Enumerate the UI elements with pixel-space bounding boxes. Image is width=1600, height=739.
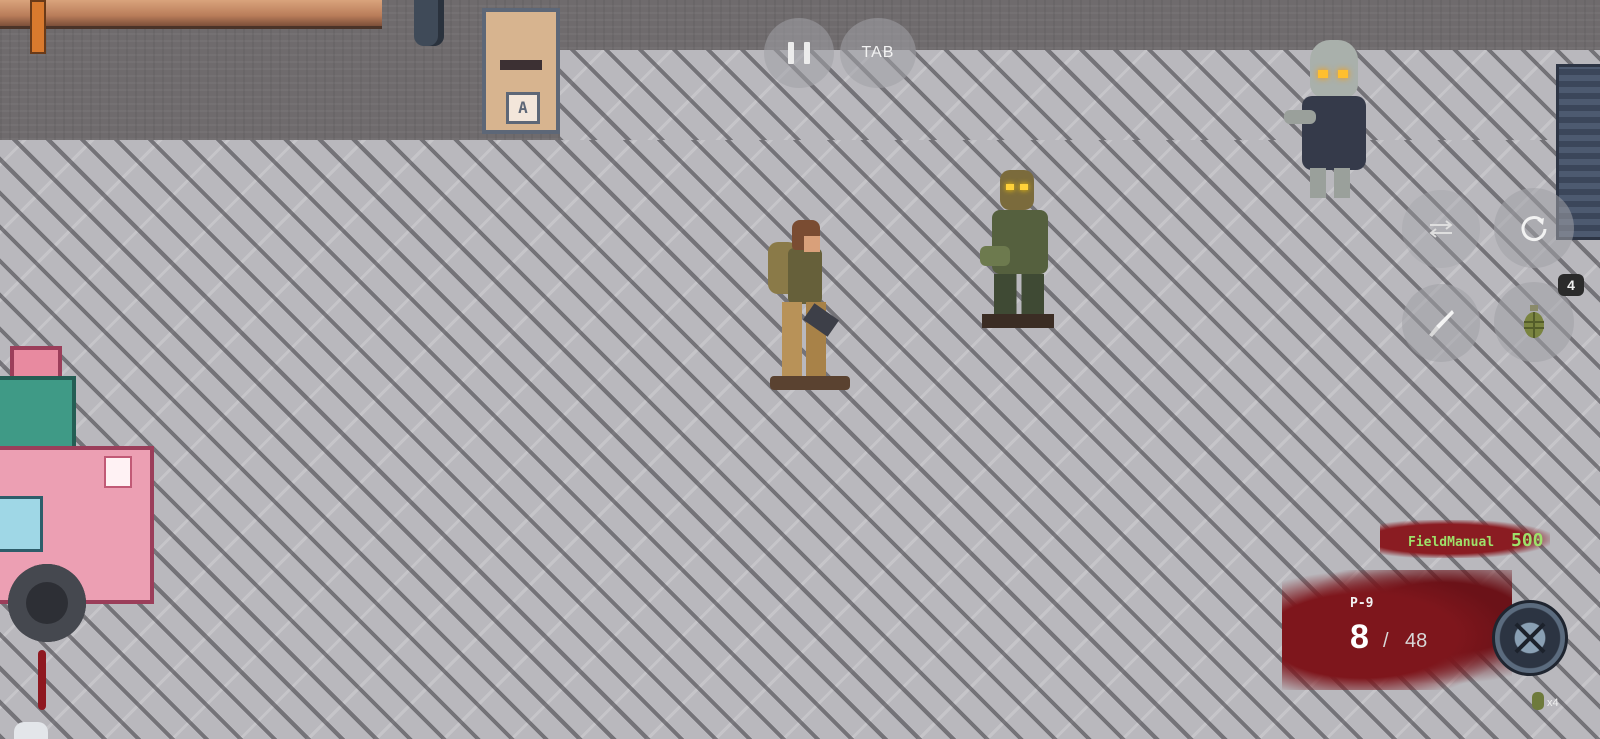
knife-button[interactable] [1402, 284, 1480, 362]
ammo-reserve: 48 [1405, 630, 1428, 652]
skull-remains [14, 722, 48, 739]
blood-drip [38, 650, 46, 710]
mailbox-slot [500, 60, 542, 70]
tab-label: TAB [861, 44, 895, 61]
swap-weapon-icon [1429, 220, 1453, 238]
zombie-legs [1310, 168, 1350, 198]
weapon-name: P-9 [1350, 596, 1374, 611]
zombie-body [1302, 96, 1366, 170]
player-boots [770, 376, 850, 390]
zombie-soldier[interactable] [980, 170, 1066, 330]
tab-button[interactable]: TAB [840, 18, 916, 88]
grenade-icon [1532, 692, 1544, 710]
truck-wheel [8, 564, 86, 642]
pipe [0, 0, 382, 29]
compass-icon[interactable] [1492, 600, 1568, 676]
zombie-legs [994, 274, 1044, 318]
hydrant [414, 0, 444, 46]
mailbox-sign: A [506, 92, 540, 124]
reload-icon [1521, 216, 1547, 242]
pause-icon [788, 42, 810, 64]
zombie-head [1000, 170, 1034, 210]
tiled-plaza [560, 50, 1600, 142]
grenade-stock: x4 [1547, 697, 1559, 709]
player-name: FieldManual [1408, 535, 1495, 550]
zombie-head [1310, 40, 1358, 98]
truck-window [0, 496, 43, 552]
knife-icon [1429, 310, 1454, 337]
player-character [762, 214, 852, 396]
zombie-arm [980, 246, 1010, 266]
truck-light [104, 456, 132, 488]
swap-weapon-button[interactable] [1402, 190, 1480, 268]
mailbox: A [482, 8, 560, 134]
player-face [804, 236, 820, 252]
zombie-arm [1284, 110, 1316, 124]
zombie-skull[interactable] [1284, 40, 1380, 200]
reload-button[interactable] [1494, 188, 1574, 268]
grenade-icon [1524, 305, 1544, 338]
score-value: 500 [1511, 530, 1544, 551]
zombie-eye [1338, 70, 1348, 78]
pipe-joint [30, 0, 46, 54]
zombie-eye [1318, 70, 1328, 78]
pause-button[interactable] [764, 18, 834, 88]
ammo-separator: / [1383, 630, 1389, 652]
grenade-count-badge: 4 [1558, 274, 1584, 296]
zombie-eye [1006, 184, 1014, 190]
zombie-boots [982, 314, 1054, 328]
zombie-eye [1020, 184, 1028, 190]
player-torso [788, 248, 822, 304]
compass-star [1501, 609, 1559, 667]
ammo-blood-splat [1282, 570, 1512, 690]
ammo-current: 8 [1350, 618, 1369, 656]
food-truck [0, 346, 158, 642]
